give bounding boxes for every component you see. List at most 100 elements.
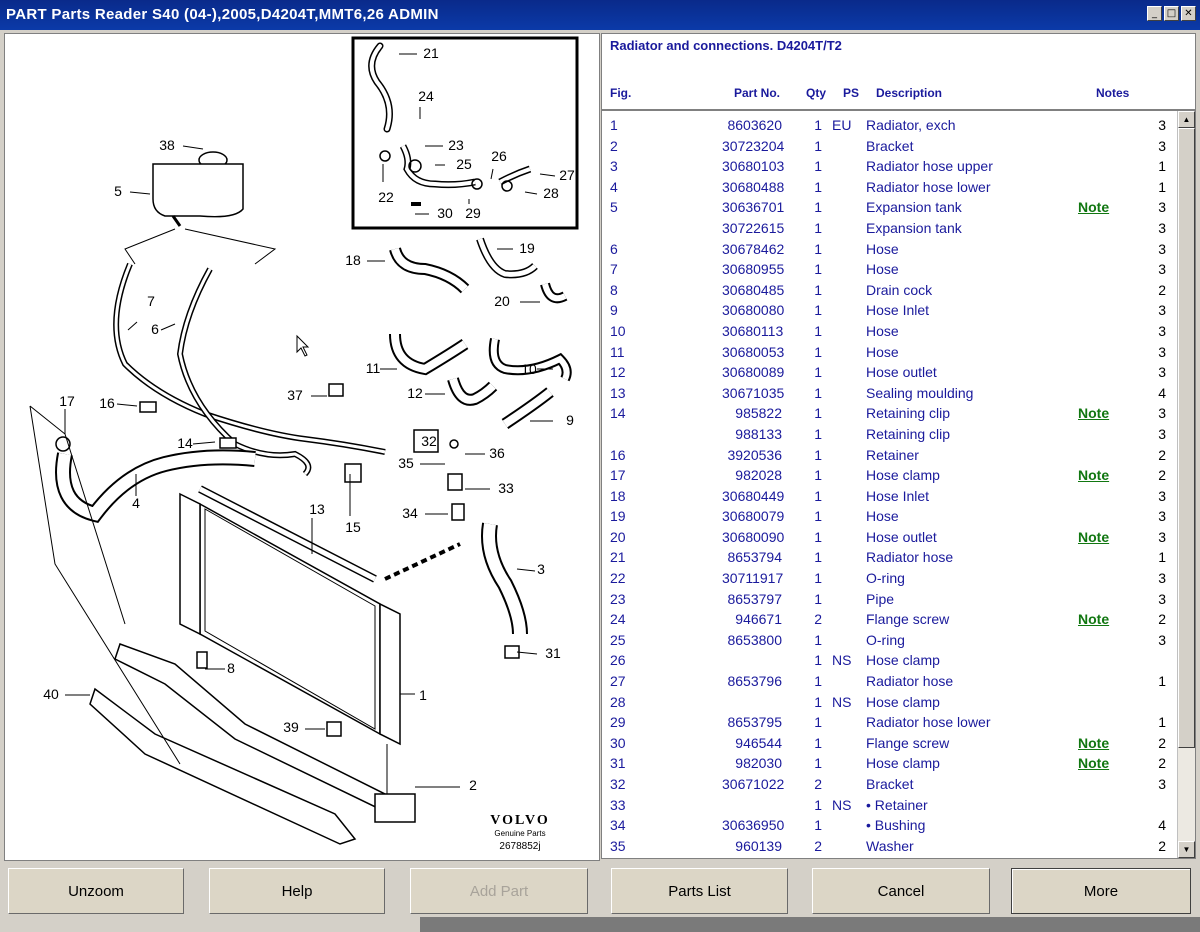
parts-list[interactable]: 1 8603620 1 EU Radiator, exch 3 2 30723204 1 Brac… bbox=[601, 110, 1196, 859]
callout-17[interactable]: 17 bbox=[59, 393, 75, 409]
maximize-button[interactable]: □ bbox=[1164, 6, 1179, 21]
callout-14[interactable]: 14 bbox=[177, 435, 193, 451]
exploded-diagram[interactable]: 1 2 3 4 5 6 7 8 9 10 11 12 13 14 15 16 17 18 19 20 21 22 23 24 2… bbox=[4, 33, 600, 861]
scroll-up-icon[interactable]: ▲ bbox=[1178, 111, 1195, 128]
callout-30[interactable]: 30 bbox=[437, 205, 453, 221]
callout-39[interactable]: 39 bbox=[283, 719, 299, 735]
unzoom-button[interactable]: Unzoom bbox=[8, 868, 184, 914]
callout-32[interactable]: 32 bbox=[421, 433, 437, 449]
callout-19[interactable]: 19 bbox=[519, 240, 535, 256]
callout-7[interactable]: 7 bbox=[147, 293, 155, 309]
note-link[interactable]: Note bbox=[1078, 199, 1109, 215]
callout-4[interactable]: 4 bbox=[132, 495, 140, 511]
table-row[interactable]: 10 30680113 1 Hose 3 bbox=[602, 321, 1174, 342]
table-row[interactable]: 9 30680080 1 Hose Inlet 3 bbox=[602, 300, 1174, 321]
table-row[interactable]: 28 1 NS Hose clamp bbox=[602, 692, 1174, 713]
table-row[interactable]: 4 30680488 1 Radiator hose lower 1 bbox=[602, 177, 1174, 198]
table-row[interactable]: 14 985822 1 Retaining clip Note 3 bbox=[602, 403, 1174, 424]
table-row[interactable]: 18 30680449 1 Hose Inlet 3 bbox=[602, 486, 1174, 507]
callout-21[interactable]: 21 bbox=[423, 45, 439, 61]
table-row[interactable]: 7 30680955 1 Hose 3 bbox=[602, 259, 1174, 280]
callout-10[interactable]: 10 bbox=[521, 361, 537, 377]
close-button[interactable]: ✕ bbox=[1181, 6, 1196, 21]
callout-29[interactable]: 29 bbox=[465, 205, 481, 221]
table-row[interactable]: 13 30671035 1 Sealing moulding 4 bbox=[602, 383, 1174, 404]
table-row[interactable]: 3 30680103 1 Radiator hose upper 1 bbox=[602, 156, 1174, 177]
callout-12[interactable]: 12 bbox=[407, 385, 423, 401]
callout-31[interactable]: 31 bbox=[545, 645, 561, 661]
scroll-down-icon[interactable]: ▼ bbox=[1178, 841, 1195, 858]
table-row[interactable]: 31 982030 1 Hose clamp Note 2 bbox=[602, 753, 1174, 774]
callout-33[interactable]: 33 bbox=[498, 480, 514, 496]
table-row[interactable]: 5 30636701 1 Expansion tank Note 3 bbox=[602, 197, 1174, 218]
table-row[interactable]: 8 30680485 1 Drain cock 2 bbox=[602, 280, 1174, 301]
table-row[interactable]: 21 8653794 1 Radiator hose 1 bbox=[602, 547, 1174, 568]
callout-24[interactable]: 24 bbox=[418, 88, 434, 104]
callout-20[interactable]: 20 bbox=[494, 293, 510, 309]
callout-18[interactable]: 18 bbox=[345, 252, 361, 268]
table-row[interactable]: 11 30680053 1 Hose 3 bbox=[602, 342, 1174, 363]
callout-25[interactable]: 25 bbox=[456, 156, 472, 172]
cancel-button[interactable]: Cancel bbox=[812, 868, 990, 914]
note-link[interactable]: Note bbox=[1078, 611, 1109, 627]
callout-13[interactable]: 13 bbox=[309, 501, 325, 517]
table-row[interactable]: 27 8653796 1 Radiator hose 1 bbox=[602, 671, 1174, 692]
callout-37[interactable]: 37 bbox=[287, 387, 303, 403]
table-row[interactable]: 32 30671022 2 Bracket 3 bbox=[602, 774, 1174, 795]
table-row[interactable]: 12 30680089 1 Hose outlet 3 bbox=[602, 362, 1174, 383]
callout-9[interactable]: 9 bbox=[566, 412, 574, 428]
parts-list-button[interactable]: Parts List bbox=[611, 868, 788, 914]
table-row[interactable]: 30722615 1 Expansion tank 3 bbox=[602, 218, 1174, 239]
callout-27[interactable]: 27 bbox=[559, 167, 575, 183]
table-row[interactable]: 26 1 NS Hose clamp bbox=[602, 650, 1174, 671]
callout-5[interactable]: 5 bbox=[114, 183, 122, 199]
table-row[interactable]: 33 1 NS • Retainer bbox=[602, 795, 1174, 816]
callout-15[interactable]: 15 bbox=[345, 519, 361, 535]
table-row[interactable]: 22 30711917 1 O-ring 3 bbox=[602, 568, 1174, 589]
callout-34[interactable]: 34 bbox=[402, 505, 418, 521]
table-row[interactable]: 23 8653797 1 Pipe 3 bbox=[602, 589, 1174, 610]
help-button[interactable]: Help bbox=[209, 868, 385, 914]
callout-1[interactable]: 1 bbox=[419, 687, 427, 703]
table-row[interactable]: 988133 1 Retaining clip 3 bbox=[602, 424, 1174, 445]
table-row[interactable]: 6 30678462 1 Hose 3 bbox=[602, 239, 1174, 260]
table-row[interactable]: 24 946671 2 Flange screw Note 2 bbox=[602, 609, 1174, 630]
callout-2[interactable]: 2 bbox=[469, 777, 477, 793]
note-link[interactable]: Note bbox=[1078, 467, 1109, 483]
callout-6[interactable]: 6 bbox=[151, 321, 159, 337]
callout-40[interactable]: 40 bbox=[43, 686, 59, 702]
table-row[interactable]: 25 8653800 1 O-ring 3 bbox=[602, 630, 1174, 651]
note-link[interactable]: Note bbox=[1078, 405, 1109, 421]
table-row[interactable]: 20 30680090 1 Hose outlet Note 3 bbox=[602, 527, 1174, 548]
callout-35[interactable]: 35 bbox=[398, 455, 414, 471]
table-row[interactable]: 2 30723204 1 Bracket 3 bbox=[602, 136, 1174, 157]
add-part-button[interactable]: Add Part bbox=[410, 868, 588, 914]
table-row[interactable]: 30 946544 1 Flange screw Note 2 bbox=[602, 733, 1174, 754]
callout-3[interactable]: 3 bbox=[537, 561, 545, 577]
callout-36[interactable]: 36 bbox=[489, 445, 505, 461]
note-link[interactable]: Note bbox=[1078, 529, 1109, 545]
callout-11[interactable]: 11 bbox=[366, 360, 381, 376]
table-row[interactable]: 35 960139 2 Washer 2 bbox=[602, 836, 1174, 857]
vertical-scrollbar[interactable]: ▲ ▼ bbox=[1177, 111, 1195, 858]
window-controls: _ □ ✕ bbox=[1147, 6, 1196, 21]
table-row[interactable]: 29 8653795 1 Radiator hose lower 1 bbox=[602, 712, 1174, 733]
minimize-button[interactable]: _ bbox=[1147, 6, 1162, 21]
callout-22[interactable]: 22 bbox=[378, 189, 394, 205]
callout-38[interactable]: 38 bbox=[159, 137, 175, 153]
callout-23[interactable]: 23 bbox=[448, 137, 464, 153]
table-row[interactable]: 1 8603620 1 EU Radiator, exch 3 bbox=[602, 115, 1174, 136]
callout-16[interactable]: 16 bbox=[99, 395, 115, 411]
callout-28[interactable]: 28 bbox=[543, 185, 559, 201]
fig-cell: 25 bbox=[610, 631, 626, 648]
table-row[interactable]: 19 30680079 1 Hose 3 bbox=[602, 506, 1174, 527]
table-row[interactable]: 34 30636950 1 • Bushing 4 bbox=[602, 815, 1174, 836]
table-row[interactable]: 16 3920536 1 Retainer 2 bbox=[602, 445, 1174, 466]
note-link[interactable]: Note bbox=[1078, 755, 1109, 771]
callout-26[interactable]: 26 bbox=[491, 148, 507, 164]
scroll-thumb[interactable] bbox=[1178, 128, 1195, 748]
more-button[interactable]: More bbox=[1011, 868, 1191, 914]
note-link[interactable]: Note bbox=[1078, 735, 1109, 751]
callout-8[interactable]: 8 bbox=[227, 660, 235, 676]
table-row[interactable]: 17 982028 1 Hose clamp Note 2 bbox=[602, 465, 1174, 486]
